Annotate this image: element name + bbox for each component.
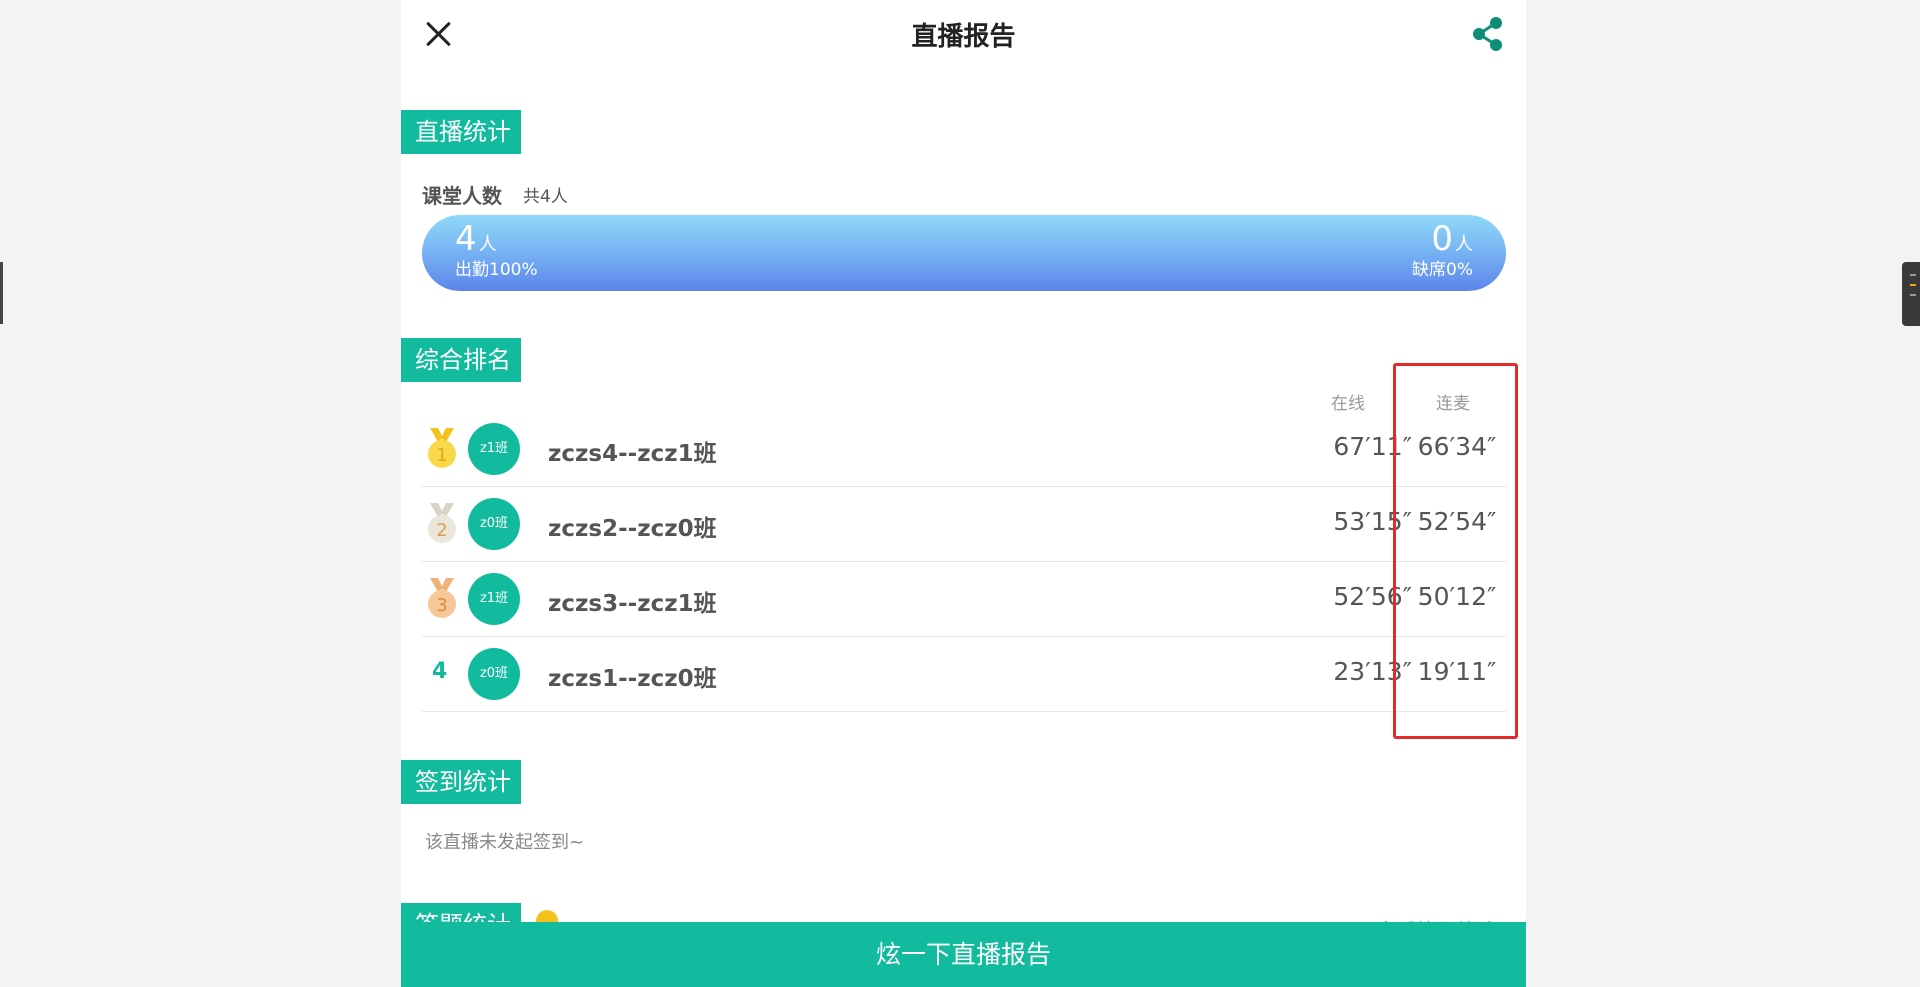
section-live-stats: 直播统计 xyxy=(401,110,521,154)
share-report-button[interactable]: 炫一下直播报告 xyxy=(401,922,1526,987)
page-title: 直播报告 xyxy=(911,22,1016,52)
ranking-row: 1 z1班 zczs4--zcz1班 67′11″ 66′34″ xyxy=(422,412,1506,487)
signin-empty-text: 该直播未发起签到~ xyxy=(425,832,585,853)
absent-count: 0 xyxy=(1431,219,1453,259)
handle-line xyxy=(1910,284,1916,286)
bronze-medal-icon: 3 xyxy=(428,578,456,618)
attendance-present: 4人 出勤100% xyxy=(455,219,538,280)
share-icon[interactable] xyxy=(1468,14,1506,54)
avatar: z0班 xyxy=(468,648,520,700)
attendance-bar: 4人 出勤100% 0人 缺席0% xyxy=(422,215,1506,291)
svg-text:1: 1 xyxy=(436,445,447,466)
silver-medal-icon: 2 xyxy=(428,503,456,543)
column-online: 在线 xyxy=(1331,394,1365,414)
rank-number: 4 xyxy=(432,659,448,684)
ranking-row: 3 z1班 zczs3--zcz1班 52′56″ 50′12″ xyxy=(422,562,1506,637)
left-edge-handle xyxy=(0,262,3,324)
avatar: z0班 xyxy=(468,498,520,550)
answer-section-peek: 答题统计 xyxy=(401,903,521,923)
absent-unit: 人 xyxy=(1455,234,1473,255)
right-edge-handle[interactable] xyxy=(1902,262,1920,326)
section-answer: 答题统计 xyxy=(401,903,521,923)
class-count-total: 共4人 xyxy=(523,187,568,207)
class-count-label: 课堂人数 xyxy=(422,184,502,208)
svg-text:2: 2 xyxy=(436,520,447,541)
highlight-annotation-box xyxy=(1393,363,1518,739)
avatar: z1班 xyxy=(468,423,520,475)
svg-text:3: 3 xyxy=(436,595,447,616)
section-signin: 签到统计 xyxy=(401,760,521,804)
section-ranking: 综合排名 xyxy=(401,338,521,382)
ranking-row: 2 z0班 zczs2--zcz0班 53′15″ 52′54″ xyxy=(422,487,1506,562)
attendance-absent: 0人 缺席0% xyxy=(1412,219,1473,280)
student-name: zczs2--zcz0班 xyxy=(548,516,717,542)
present-unit: 人 xyxy=(478,234,497,255)
handle-line xyxy=(1910,274,1916,276)
ranking-row: 4 z0班 zczs1--zcz0班 23′13″ 19′11″ xyxy=(422,637,1506,712)
avatar: z1班 xyxy=(468,573,520,625)
present-rate: 出勤100% xyxy=(455,260,538,280)
student-name: zczs1--zcz0班 xyxy=(548,666,717,692)
handle-line xyxy=(1910,294,1916,296)
report-panel: 直播报告 直播统计 课堂人数 共4人 4人 出勤100% 0人 缺席0% 综合排… xyxy=(401,0,1526,987)
absent-rate: 缺席0% xyxy=(1412,260,1473,280)
student-name: zczs3--zcz1班 xyxy=(548,591,717,617)
gold-medal-icon: 1 xyxy=(428,428,456,468)
student-name: zczs4--zcz1班 xyxy=(548,441,717,467)
present-count: 4 xyxy=(455,219,477,259)
